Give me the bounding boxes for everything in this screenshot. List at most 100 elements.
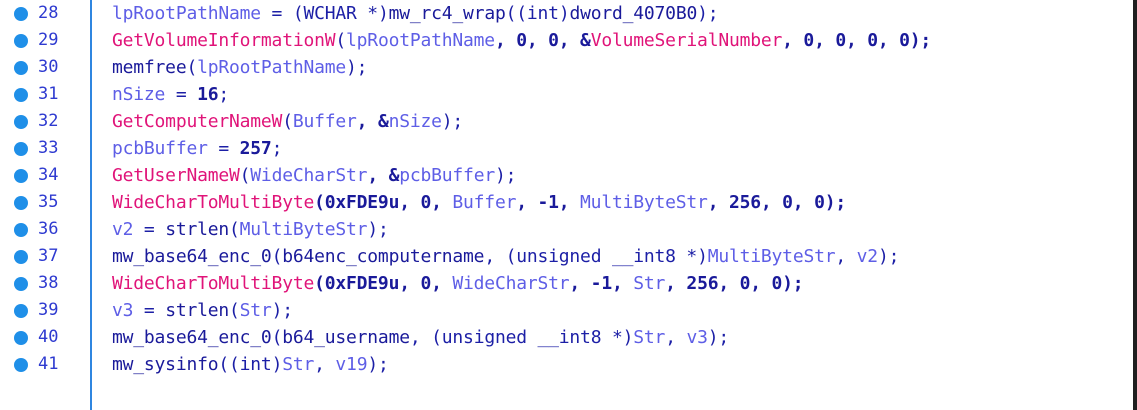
breakpoint-dot-icon[interactable] bbox=[14, 142, 28, 156]
code-token: ); bbox=[494, 165, 517, 186]
code-text[interactable]: pcbBuffer = 257; bbox=[112, 135, 282, 162]
breakpoint-dot-icon[interactable] bbox=[14, 34, 28, 48]
code-token: mw_rc4_wrap bbox=[388, 3, 506, 24]
line-number: 39 bbox=[38, 300, 59, 320]
code-token: (0xFDE9u, 0, bbox=[314, 273, 453, 294]
code-token: mw_base64_enc_0 bbox=[112, 246, 272, 267]
code-line[interactable]: 33 pcbBuffer = 257; bbox=[0, 135, 1133, 162]
code-token: WideCharStr bbox=[250, 165, 368, 186]
breakpoint-dot-icon[interactable] bbox=[14, 250, 28, 264]
code-token: GetUserNameW bbox=[112, 165, 240, 186]
code-token: = bbox=[207, 138, 240, 159]
code-text[interactable]: GetUserNameW(WideCharStr, &pcbBuffer); bbox=[112, 162, 516, 189]
code-token: v2 bbox=[112, 219, 134, 240]
code-token: , bbox=[314, 354, 336, 375]
code-token: Str bbox=[633, 327, 666, 348]
code-line[interactable]: 37 mw_base64_enc_0(b64enc_computername, (… bbox=[0, 243, 1133, 270]
code-token: pcbBuffer bbox=[399, 165, 495, 186]
breakpoint-dot-icon[interactable] bbox=[14, 277, 28, 291]
code-token: ); bbox=[271, 300, 293, 321]
code-token: WideCharToMultiByte bbox=[112, 273, 315, 294]
code-token: b64_username bbox=[282, 327, 410, 348]
line-number: 32 bbox=[38, 111, 59, 131]
code-token: ( bbox=[271, 246, 283, 267]
code-token: v19 bbox=[335, 354, 368, 375]
code-token: , 0, 0, & bbox=[494, 30, 591, 51]
code-token: ; bbox=[218, 84, 230, 105]
code-line[interactable]: 32 GetComputerNameW(Buffer, &nSize); bbox=[0, 108, 1133, 135]
code-token: = bbox=[165, 84, 198, 105]
breakpoint-dot-icon[interactable] bbox=[14, 169, 28, 183]
code-token: ( bbox=[239, 165, 251, 186]
breakpoint-dot-icon[interactable] bbox=[14, 331, 28, 345]
code-token: ); bbox=[367, 354, 389, 375]
code-text[interactable]: v3 = strlen(Str); bbox=[112, 297, 293, 324]
code-text[interactable]: nSize = 16; bbox=[112, 81, 229, 108]
breakpoint-dot-icon[interactable] bbox=[14, 7, 28, 21]
code-token: Str bbox=[633, 273, 666, 294]
code-token: *) bbox=[675, 246, 708, 267]
line-number: 38 bbox=[38, 273, 59, 293]
code-line[interactable]: 31 nSize = 16; bbox=[0, 81, 1133, 108]
code-token: mw_sysinfo bbox=[112, 354, 219, 375]
code-token: , bbox=[665, 327, 687, 348]
code-token: nSize bbox=[388, 111, 442, 132]
code-token: lpRootPathName bbox=[346, 30, 495, 51]
code-text[interactable]: lpRootPathName = (WCHAR *)mw_rc4_wrap((i… bbox=[112, 0, 719, 27]
code-line[interactable]: 39 v3 = strlen(Str); bbox=[0, 297, 1133, 324]
code-text[interactable]: memfree(lpRootPathName); bbox=[112, 54, 368, 81]
code-line[interactable]: 35 WideCharToMultiByte(0xFDE9u, 0, Buffer… bbox=[0, 189, 1133, 216]
code-token: ); bbox=[877, 246, 900, 267]
code-line[interactable]: 34 GetUserNameW(WideCharStr, &pcbBuffer); bbox=[0, 162, 1133, 189]
breakpoint-dot-icon[interactable] bbox=[14, 196, 28, 210]
line-number: 37 bbox=[38, 246, 59, 266]
code-line[interactable]: 30 memfree(lpRootPathName); bbox=[0, 54, 1133, 81]
code-token: (( bbox=[218, 354, 240, 375]
line-number: 30 bbox=[38, 57, 59, 77]
breakpoint-dot-icon[interactable] bbox=[14, 61, 28, 75]
code-line[interactable]: 41 mw_sysinfo((int)Str, v19); bbox=[0, 351, 1133, 378]
code-token: = ( bbox=[260, 3, 304, 24]
code-text[interactable]: v2 = strlen(MultiByteStr); bbox=[112, 216, 389, 243]
code-line[interactable]: 36 v2 = strlen(MultiByteStr); bbox=[0, 216, 1133, 243]
code-text[interactable]: mw_sysinfo((int)Str, v19); bbox=[112, 351, 389, 378]
line-number: 33 bbox=[38, 138, 59, 158]
code-token: , -1, bbox=[516, 192, 581, 213]
breakpoint-dot-icon[interactable] bbox=[14, 115, 28, 129]
code-token: WideCharToMultiByte bbox=[112, 192, 315, 213]
code-token: ) bbox=[271, 354, 283, 375]
code-token: *) bbox=[356, 3, 389, 24]
code-line[interactable]: 40 mw_base64_enc_0(b64_username, (unsigne… bbox=[0, 324, 1133, 351]
code-token: Str bbox=[282, 354, 315, 375]
breakpoint-dot-icon[interactable] bbox=[14, 358, 28, 372]
code-token: mw_base64_enc_0 bbox=[112, 327, 272, 348]
code-line[interactable]: 38 WideCharToMultiByte(0xFDE9u, 0, WideCh… bbox=[0, 270, 1133, 297]
breakpoint-dot-icon[interactable] bbox=[14, 223, 28, 237]
pseudocode-view[interactable]: 28 lpRootPathName = (WCHAR *)mw_rc4_wrap(… bbox=[0, 0, 1137, 410]
code-token: , & bbox=[356, 111, 389, 132]
code-token: 16 bbox=[197, 84, 219, 105]
code-token: ( bbox=[229, 219, 240, 240]
code-text[interactable]: mw_base64_enc_0(b64enc_computername, (un… bbox=[112, 243, 899, 270]
code-text[interactable]: GetVolumeInformationW(lpRootPathName, 0,… bbox=[112, 27, 931, 54]
breakpoint-dot-icon[interactable] bbox=[14, 304, 28, 318]
code-line[interactable]: 28 lpRootPathName = (WCHAR *)mw_rc4_wrap(… bbox=[0, 0, 1133, 27]
code-token: lpRootPathName bbox=[112, 3, 261, 24]
line-number: 28 bbox=[38, 3, 59, 23]
code-token: unsigned __int8 bbox=[516, 246, 676, 267]
breakpoint-dot-icon[interactable] bbox=[14, 88, 28, 102]
code-line[interactable]: 29 GetVolumeInformationW(lpRootPathName, … bbox=[0, 27, 1133, 54]
code-token: MultiByteStr bbox=[239, 219, 368, 240]
code-token: ) bbox=[558, 3, 570, 24]
code-text[interactable]: WideCharToMultiByte(0xFDE9u, 0, Buffer, … bbox=[112, 189, 846, 216]
code-text[interactable]: WideCharToMultiByte(0xFDE9u, 0, WideChar… bbox=[112, 270, 804, 297]
code-text[interactable]: GetComputerNameW(Buffer, &nSize); bbox=[112, 108, 463, 135]
code-token: unsigned __int8 bbox=[441, 327, 602, 348]
code-text[interactable]: mw_base64_enc_0(b64_username, (unsigned … bbox=[112, 324, 729, 351]
code-token: strlen bbox=[165, 300, 230, 321]
code-token: ( bbox=[186, 57, 198, 78]
code-token: strlen bbox=[165, 219, 230, 240]
line-number: 29 bbox=[38, 30, 59, 50]
code-token: b64enc_computername bbox=[282, 246, 485, 267]
code-token: , bbox=[835, 246, 857, 267]
